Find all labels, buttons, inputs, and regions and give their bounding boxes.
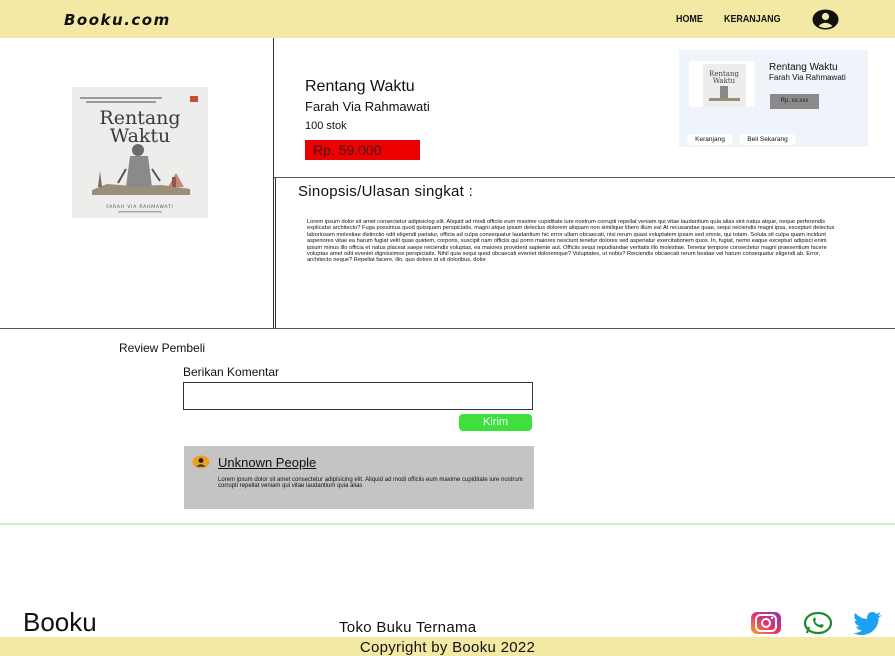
purchase-card-author: Farah Via Rahmawati [769, 73, 846, 82]
purchase-card-title: Rentang Waktu [769, 62, 838, 73]
nav-home-link[interactable]: HOME [676, 13, 703, 25]
section-divider [0, 523, 895, 525]
add-to-cart-button[interactable]: Keranjang [687, 134, 733, 145]
user-account-icon[interactable] [812, 9, 839, 30]
divider-horizontal-synopsis [274, 177, 895, 178]
product-title: Rentang Waktu [305, 78, 415, 95]
cover-title-line-2: Waktu [110, 125, 171, 147]
copyright-text: Copyright by Booku 2022 [359, 639, 536, 656]
review-text: Lorem ipsum dolor sit amet consectetur a… [218, 477, 523, 490]
reviewer-avatar-icon [192, 455, 210, 469]
footer-brand: Booku [23, 607, 97, 637]
footer-tagline: Toko Buku Ternama [339, 619, 477, 636]
cover-author: FARAH VIA RAHMAWATI [106, 204, 173, 210]
comment-input[interactable] [183, 382, 533, 410]
divider-vertical-synopsis [275, 178, 276, 328]
svg-text:Waktu: Waktu [713, 77, 736, 85]
divider-horizontal-main [0, 328, 895, 329]
synopsis-heading: Sinopsis/Ulasan singkat : [298, 183, 474, 200]
site-logo[interactable]: Booku.com [64, 11, 171, 29]
product-stock: 100 stok [305, 120, 347, 132]
whatsapp-icon[interactable] [802, 611, 834, 635]
product-author: Farah Via Rahmawati [305, 99, 430, 114]
review-section-heading: Review Pembeli [119, 341, 206, 355]
instagram-icon[interactable] [750, 611, 782, 635]
comment-label: Berikan Komentar [183, 365, 280, 379]
synopsis-text: Lorem ipsum dolor sit amet consectetur a… [307, 219, 835, 264]
book-cover-image: Rentang Waktu FARAH VIA RAHMAWATI [72, 87, 208, 218]
purchase-card-price: Rp. xx.xxx [770, 94, 819, 109]
divider-vertical-left [273, 38, 274, 328]
send-comment-button[interactable]: Kirim [459, 414, 532, 431]
reviewer-name-link[interactable]: Unknown People [218, 455, 316, 470]
purchase-card-thumbnail: Rentang Waktu [703, 64, 746, 107]
twitter-icon[interactable] [852, 611, 884, 635]
product-price: Rp. 59.000 [305, 140, 420, 160]
nav-cart-link[interactable]: KERANJANG [724, 13, 781, 25]
buy-now-button[interactable]: Beli Sekarang [739, 134, 796, 145]
